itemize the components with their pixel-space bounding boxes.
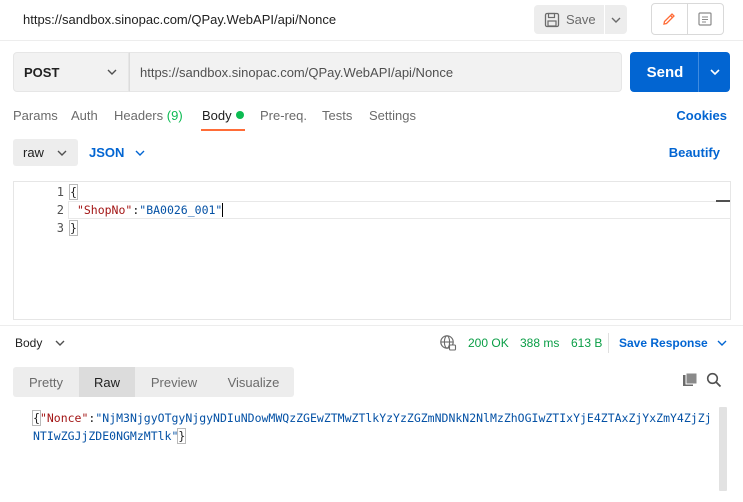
globe-icon[interactable]: [439, 334, 457, 352]
body-indicator-dot: [235, 111, 244, 119]
open-brace: {: [69, 184, 78, 200]
send-button-group: Send: [630, 52, 730, 92]
editor-mode-toggle: [651, 3, 724, 35]
status-code[interactable]: 200 OK: [468, 336, 509, 350]
response-scrollbar[interactable]: [719, 407, 727, 491]
save-dropdown-button[interactable]: [605, 5, 627, 34]
response-body-label: Body: [15, 336, 43, 350]
view-tab-visualize[interactable]: Visualize: [213, 367, 294, 397]
tab-headers-label: Headers: [114, 108, 164, 123]
code-line: "ShopNo":"BA0026_001": [70, 203, 224, 217]
response-body-text[interactable]: {"Nonce":"NjM3NjgyOTgyNjgyNDIuNDowMWQzZG…: [32, 409, 713, 445]
line-number: 1: [56, 185, 64, 199]
view-tab-pretty[interactable]: Pretty: [13, 367, 79, 397]
search-icon[interactable]: [706, 372, 722, 388]
tab-prerequest[interactable]: Pre-req.: [260, 108, 307, 123]
send-dropdown-button[interactable]: [699, 68, 730, 76]
json-value: "BA0026_001": [139, 203, 223, 217]
body-mode-select[interactable]: raw: [13, 139, 78, 166]
beautify-link[interactable]: Beautify: [669, 145, 720, 160]
save-icon: [544, 12, 560, 28]
save-label: Save: [566, 12, 596, 27]
chevron-down-icon: [57, 150, 67, 156]
response-view-tabs: Pretty Raw Preview Visualize: [13, 367, 294, 397]
chevron-down-icon: [717, 340, 727, 346]
response-size[interactable]: 613 B: [571, 336, 602, 350]
response-body-select[interactable]: Body: [15, 336, 66, 350]
save-response-button[interactable]: Save Response: [619, 336, 728, 350]
json-key: "ShopNo": [76, 203, 133, 217]
json-value: "NjM3NjgyOTgyNjgyNDIuNDowMWQzZGEwZTMwZTl…: [33, 411, 712, 443]
request-body-editor[interactable]: 1 2 3 { "ShopNo":"BA0026_001" }: [13, 181, 731, 320]
json-key: "Nonce": [39, 411, 89, 425]
tab-tests[interactable]: Tests: [322, 108, 352, 123]
code-line: {: [69, 184, 78, 200]
tab-params[interactable]: Params: [13, 108, 58, 123]
tab-auth[interactable]: Auth: [71, 108, 98, 123]
language-label: JSON: [89, 145, 125, 160]
title-bar: https://sandbox.sinopac.com/QPay.WebAPI/…: [0, 0, 743, 40]
save-response-label: Save Response: [619, 336, 708, 350]
response-time[interactable]: 388 ms: [520, 336, 559, 350]
headers-count: (9): [166, 108, 183, 123]
view-tab-raw[interactable]: Raw: [79, 367, 135, 397]
pencil-icon: [663, 13, 676, 25]
method-label: POST: [24, 64, 60, 80]
document-icon: [698, 12, 712, 26]
save-button-group: Save: [534, 5, 627, 34]
chevron-down-icon: [55, 340, 65, 346]
edit-mode-button[interactable]: [652, 4, 688, 34]
docs-mode-button[interactable]: [688, 4, 724, 34]
url-input[interactable]: https://sandbox.sinopac.com/QPay.WebAPI/…: [129, 52, 622, 92]
code-line: }: [69, 220, 78, 236]
chevron-down-icon: [107, 69, 117, 75]
scroll-marker: [716, 200, 730, 202]
line-number: 2: [56, 203, 64, 217]
body-mode-label: raw: [23, 145, 44, 160]
cookies-link[interactable]: Cookies: [676, 108, 727, 123]
close-brace: }: [69, 220, 78, 236]
method-select[interactable]: POST: [13, 52, 129, 92]
chevron-down-icon: [611, 17, 621, 23]
chevron-down-icon: [135, 150, 145, 156]
line-number: 3: [56, 221, 64, 235]
tab-settings[interactable]: Settings: [369, 108, 416, 123]
tab-body-label: Body: [202, 108, 232, 123]
text-cursor: [222, 203, 224, 217]
divider: [608, 333, 609, 353]
save-button[interactable]: Save: [534, 5, 604, 34]
divider: [0, 40, 743, 41]
divider: [0, 325, 743, 326]
tab-headers[interactable]: Headers (9): [114, 108, 183, 123]
tab-body[interactable]: Body: [202, 108, 244, 123]
send-button[interactable]: Send: [630, 64, 698, 81]
view-tab-preview[interactable]: Preview: [135, 367, 213, 397]
request-title[interactable]: https://sandbox.sinopac.com/QPay.WebAPI/…: [23, 12, 336, 27]
copy-icon[interactable]: [682, 372, 698, 388]
language-select[interactable]: JSON: [89, 145, 146, 160]
chevron-down-icon: [709, 69, 720, 76]
url-text: https://sandbox.sinopac.com/QPay.WebAPI/…: [140, 64, 454, 80]
close-brace: }: [177, 428, 187, 444]
open-brace: {: [32, 410, 41, 426]
active-tab-indicator: [201, 129, 245, 131]
